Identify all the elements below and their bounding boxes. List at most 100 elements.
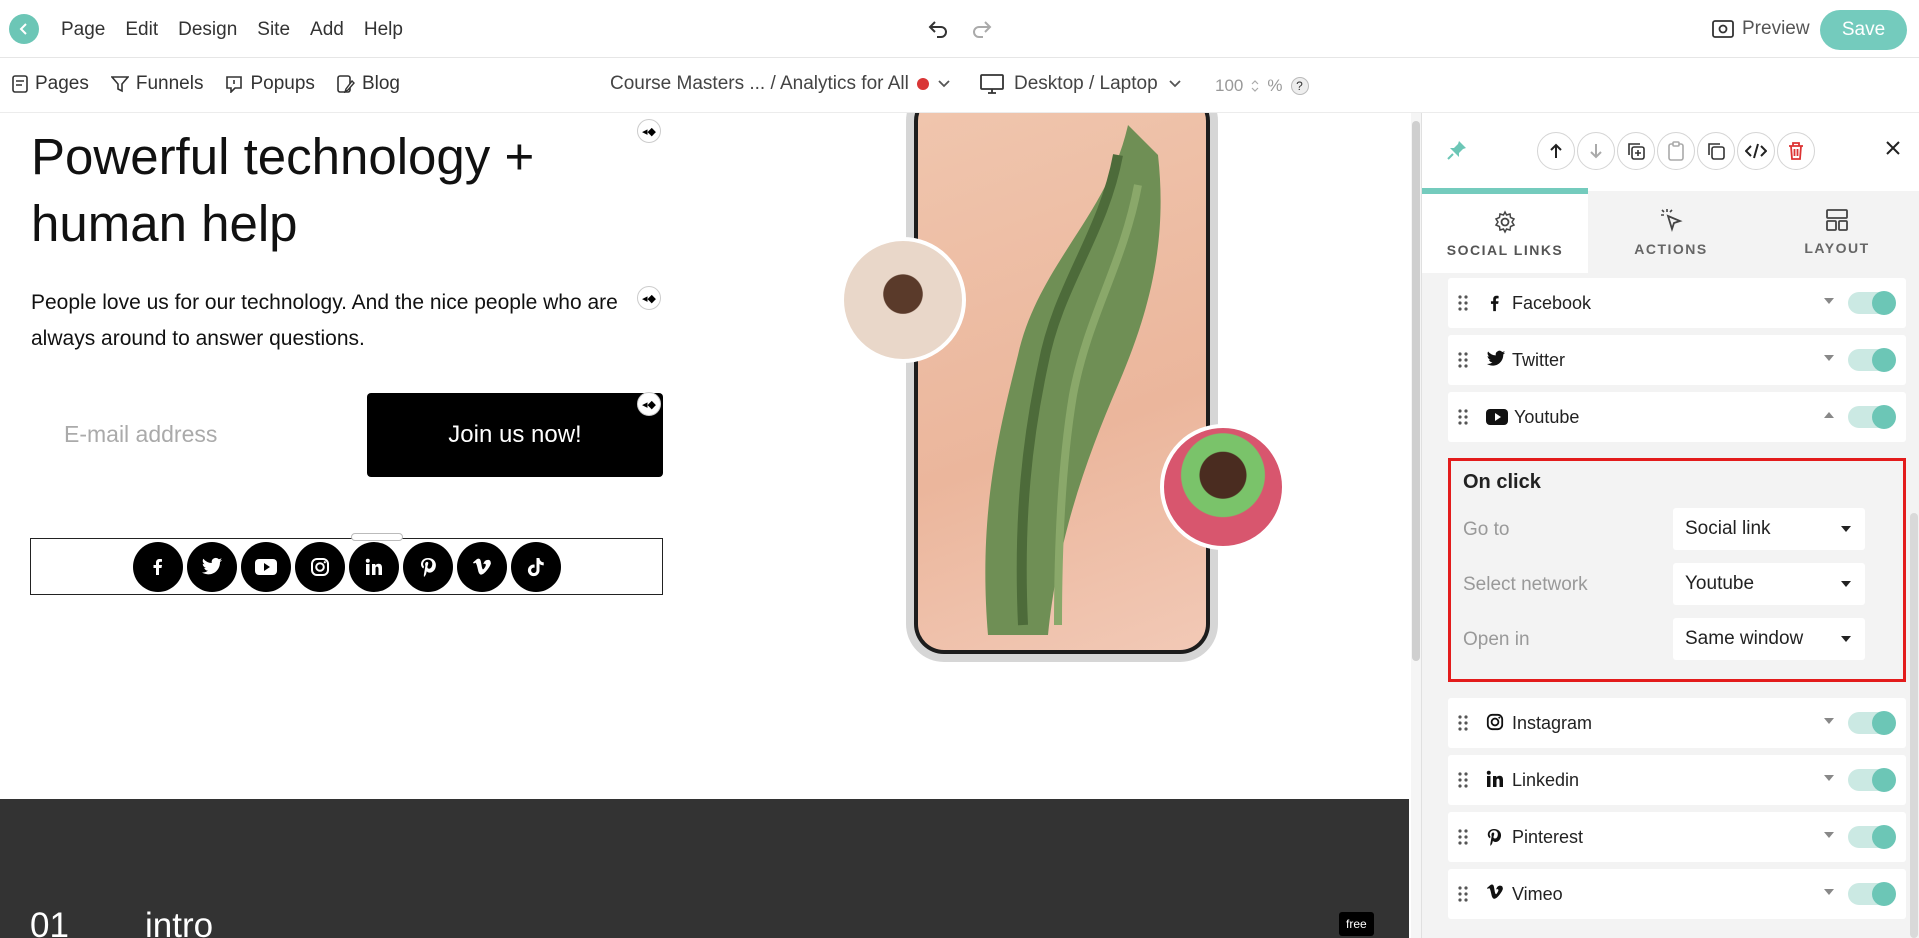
nav-pages[interactable]: Pages [12, 73, 89, 95]
instagram-icon[interactable] [295, 542, 345, 592]
redo-icon[interactable] [970, 16, 994, 40]
drag-handle-icon[interactable] [1458, 829, 1468, 845]
facebook-label: Facebook [1512, 293, 1592, 313]
nav-blog[interactable]: Blog [337, 73, 400, 95]
go-to-select[interactable]: Social link [1673, 508, 1865, 550]
youtube-icon[interactable] [241, 542, 291, 592]
drag-handle-icon[interactable] [1458, 409, 1468, 425]
instagram-toggle[interactable] [1848, 711, 1896, 735]
email-input[interactable]: E-mail address [64, 421, 217, 448]
join-button[interactable]: Join us now! [367, 393, 663, 477]
copy-button[interactable] [1697, 132, 1735, 170]
chevron-down-icon[interactable] [1824, 718, 1834, 724]
close-icon[interactable] [1884, 139, 1902, 157]
tab-actions[interactable]: ACTIONS [1588, 191, 1754, 273]
list-item-facebook[interactable]: Facebook [1448, 278, 1906, 328]
linkedin-toggle[interactable] [1848, 768, 1896, 792]
hero-headline[interactable]: Powerful technology + human help [31, 123, 671, 257]
chevron-down-icon[interactable] [1824, 298, 1834, 304]
tiktok-icon[interactable] [511, 542, 561, 592]
drag-handle-icon[interactable] [1458, 715, 1468, 731]
youtube-icon [1486, 409, 1508, 425]
instagram-icon [1486, 713, 1504, 731]
open-in-select[interactable]: Same window [1673, 618, 1865, 660]
menu-site[interactable]: Site [257, 19, 290, 41]
chevron-down-icon[interactable] [1824, 355, 1834, 361]
drag-handle-icon[interactable] [1458, 352, 1468, 368]
stepper-arrows-icon[interactable] [1251, 79, 1259, 93]
vimeo-icon[interactable] [457, 542, 507, 592]
onclick-title: On click [1463, 471, 1541, 493]
duplicate-icon [1628, 143, 1645, 160]
site-nav: Pages Funnels Popups Blog [12, 73, 400, 95]
hero-subtext[interactable]: People love us for our technology. And t… [31, 285, 651, 357]
social-links-widget[interactable] [30, 533, 663, 595]
list-item-youtube[interactable]: Youtube [1448, 392, 1906, 442]
list-item-vimeo[interactable]: Vimeo [1448, 869, 1906, 919]
tab-social-links[interactable]: SOCIAL LINKS [1422, 191, 1588, 273]
pinterest-icon[interactable] [403, 542, 453, 592]
go-to-value: Social link [1685, 518, 1771, 539]
list-item-pinterest[interactable]: Pinterest [1448, 812, 1906, 862]
vimeo-toggle[interactable] [1848, 882, 1896, 906]
twitter-icon[interactable] [187, 542, 237, 592]
drag-handle-icon[interactable] [1458, 772, 1468, 788]
menu-help[interactable]: Help [364, 19, 403, 41]
editor-canvas: Powerful technology + human help ◂◆ Peop… [0, 113, 1409, 938]
list-item-linkedin[interactable]: Linkedin [1448, 755, 1906, 805]
element-handle-icon[interactable]: ◂◆ [637, 392, 661, 416]
social-icons-row [133, 542, 561, 592]
undo-icon[interactable] [926, 16, 950, 40]
save-button[interactable]: Save [1820, 10, 1907, 50]
paste-button[interactable] [1657, 132, 1695, 170]
menu-design[interactable]: Design [178, 19, 237, 41]
caret-down-icon [1841, 526, 1851, 532]
menu-page[interactable]: Page [61, 19, 105, 41]
zoom-unit: % [1267, 76, 1283, 95]
zoom-input[interactable]: 100 [1215, 76, 1243, 96]
list-item-twitter[interactable]: Twitter [1448, 335, 1906, 385]
menu-add[interactable]: Add [310, 19, 344, 41]
canvas-scrollbar[interactable] [1411, 113, 1421, 938]
duplicate-button[interactable] [1617, 132, 1655, 170]
help-icon[interactable]: ? [1290, 77, 1309, 95]
move-down-button[interactable] [1577, 132, 1615, 170]
menu-edit[interactable]: Edit [125, 19, 158, 41]
onclick-settings: On click Go to Social link Select networ… [1448, 458, 1906, 682]
network-select[interactable]: Youtube [1673, 563, 1865, 605]
page-selector[interactable]: Course Masters ... / Analytics for All [610, 73, 951, 95]
preview-button[interactable]: Preview [1712, 18, 1810, 40]
chevron-down-icon[interactable] [1824, 832, 1834, 838]
chevron-down-icon[interactable] [1824, 775, 1834, 781]
back-button[interactable] [9, 14, 39, 44]
panel-scrollbar[interactable] [1910, 513, 1918, 938]
drag-handle-icon[interactable] [1458, 295, 1468, 311]
facebook-toggle[interactable] [1848, 291, 1896, 315]
twitter-toggle[interactable] [1848, 348, 1896, 372]
chevron-up-icon[interactable] [1824, 412, 1834, 418]
element-handle-icon[interactable]: ◂◆ [637, 119, 661, 143]
linkedin-icon[interactable] [349, 542, 399, 592]
youtube-toggle[interactable] [1848, 405, 1896, 429]
panel-tabs: SOCIAL LINKS ACTIONS LAYOUT [1422, 191, 1919, 273]
twitter-icon [1486, 350, 1506, 366]
canvas-scroll-thumb[interactable] [1412, 121, 1420, 661]
facebook-icon[interactable] [133, 542, 183, 592]
move-up-button[interactable] [1537, 132, 1575, 170]
pinterest-toggle[interactable] [1848, 825, 1896, 849]
resize-handle[interactable] [351, 533, 403, 541]
pin-icon[interactable] [1446, 139, 1468, 161]
nav-funnels[interactable]: Funnels [110, 73, 203, 95]
code-button[interactable] [1737, 132, 1775, 170]
delete-button[interactable] [1777, 132, 1815, 170]
element-handle-icon[interactable]: ◂◆ [637, 286, 661, 310]
list-item-instagram[interactable]: Instagram [1448, 698, 1906, 748]
open-in-label: Open in [1463, 629, 1530, 650]
device-selector[interactable]: Desktop / Laptop [980, 73, 1182, 95]
drag-handle-icon[interactable] [1458, 886, 1468, 902]
nav-popups[interactable]: Popups [225, 73, 315, 95]
secondary-bar: Pages Funnels Popups Blog Course Masters… [0, 58, 1919, 113]
chevron-down-icon [938, 80, 950, 88]
chevron-down-icon[interactable] [1824, 889, 1834, 895]
tab-layout[interactable]: LAYOUT [1754, 191, 1919, 273]
